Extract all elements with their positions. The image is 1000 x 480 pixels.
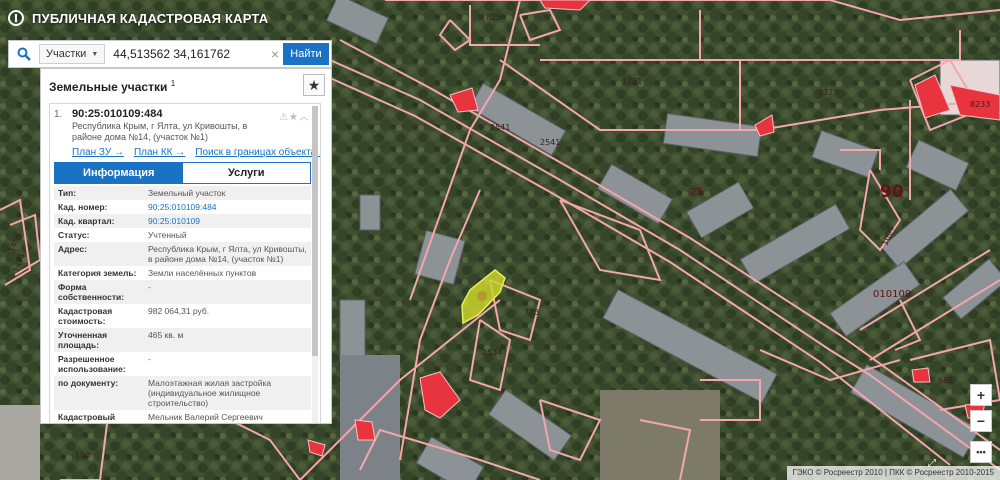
attribute-row: Кад. квартал: 90:25:010109 bbox=[54, 214, 311, 228]
parcel-links: План ЗУ → План КК → Поиск в границах объ… bbox=[50, 143, 320, 158]
attribute-value: 982 064,31 руб. bbox=[148, 306, 210, 316]
results-panel: Земельные участки 1 ★ 1. 90:25:010109:48… bbox=[40, 68, 332, 424]
attribute-key: Категория земель: bbox=[58, 268, 137, 278]
chevron-down-icon: ▼ bbox=[91, 50, 99, 58]
plan-zu-link[interactable]: План ЗУ → bbox=[72, 147, 124, 158]
attribute-row: Форма собственности: - bbox=[54, 280, 311, 304]
attribute-key: Кадастровая стоимость: bbox=[58, 306, 113, 326]
find-button[interactable]: Найти bbox=[283, 43, 329, 65]
map-label-2534: 2534 bbox=[482, 348, 502, 357]
attribute-value: Малоэтажная жилая застройка (индивидуаль… bbox=[148, 378, 272, 408]
search-input[interactable] bbox=[105, 43, 267, 65]
card-tabs: Информация Услуги bbox=[54, 162, 311, 184]
map-label-1891: 1891 bbox=[622, 77, 642, 86]
map-label-2541-b: 2541 bbox=[540, 138, 560, 147]
attribute-key: по документу: bbox=[58, 378, 119, 388]
map-label-825: 825 bbox=[486, 13, 501, 22]
attribute-key: Уточненная площадь: bbox=[58, 330, 108, 350]
attribute-key: Форма собственности: bbox=[58, 282, 125, 302]
attribute-value: Республика Крым, г Ялта, ул Кривошты, в … bbox=[148, 244, 307, 264]
favorite-icon[interactable]: ★ bbox=[289, 112, 299, 123]
attribute-key: Адрес: bbox=[58, 244, 87, 254]
search-mode-label: Участки bbox=[46, 48, 87, 60]
attribute-row: Статус: Учтенный bbox=[54, 228, 311, 242]
attribute-value: - bbox=[148, 354, 151, 364]
map-label-010109: 010109 bbox=[873, 289, 911, 300]
attribute-row: Тип: Земельный участок bbox=[54, 186, 311, 200]
attribute-key: Кадастровый инженер: bbox=[58, 412, 116, 423]
attribute-row: Кадастровый инженер: Мельник Валерий Серг… bbox=[54, 410, 311, 423]
attribute-value: Земли населённых пунктов bbox=[148, 268, 257, 278]
map-label-2541-a: 2541 bbox=[490, 123, 510, 132]
map-label-773: 773 bbox=[524, 308, 539, 317]
zoom-in-button[interactable]: + bbox=[970, 384, 992, 406]
attribute-row: Уточненная площадь: 465 кв. м bbox=[54, 328, 311, 352]
plan-kk-link[interactable]: План КК → bbox=[134, 147, 185, 158]
panel-scrollbar[interactable] bbox=[312, 106, 318, 423]
parcel-address: Республика Крым, г Ялта, ул Кривошты, в … bbox=[72, 121, 248, 142]
attribute-row: Кадастровая стоимость: 982 064,31 руб. bbox=[54, 304, 311, 328]
attribute-row: Кад. номер: 90:25:010109:484 bbox=[54, 200, 311, 214]
map-label-1323: 1323 bbox=[818, 88, 838, 97]
search-icon[interactable] bbox=[9, 41, 39, 67]
attribute-row: по документу: Малоэтажная жилая застройка… bbox=[54, 376, 311, 410]
attribute-key: Разрешенное использование: bbox=[58, 354, 126, 374]
app-header: ПУБЛИЧНАЯ КАДАСТРОВАЯ КАРТА bbox=[0, 0, 268, 36]
star-icon[interactable]: ★ bbox=[303, 74, 325, 96]
attribute-value: Земельный участок bbox=[148, 188, 226, 198]
attribute-value: - bbox=[148, 282, 151, 292]
attribute-key: Статус: bbox=[58, 230, 90, 240]
attribute-value[interactable]: 90:25:010109 bbox=[148, 216, 311, 226]
attribute-key: Кад. квартал: bbox=[58, 216, 115, 226]
attribute-row: Разрешенное использование: - bbox=[54, 352, 311, 376]
collapse-icon[interactable]: ︿ bbox=[299, 112, 310, 123]
parcel-card: 1. 90:25:010109:484 Республика Крым, г Я… bbox=[49, 103, 321, 423]
card-controls[interactable]: ⚠★︿ bbox=[279, 108, 310, 123]
result-count: 1 bbox=[170, 78, 176, 88]
attribute-value[interactable]: 90:25:010109:484 bbox=[148, 202, 311, 212]
attribute-value: Учтенный bbox=[148, 230, 187, 240]
attribute-value: Мельник Валерий Сергеевич bbox=[148, 412, 263, 422]
map-label-8233: 8233 bbox=[970, 100, 990, 109]
map-attribution: ГЭКО © Росреестр 2010 | ПКК © Росреестр … bbox=[786, 466, 1000, 480]
tab-info[interactable]: Информация bbox=[55, 163, 183, 183]
attribute-key: Кад. номер: bbox=[58, 202, 108, 212]
warning-icon[interactable]: ⚠ bbox=[279, 112, 289, 123]
attribute-value: 465 кв. м bbox=[148, 330, 184, 340]
map-label-90: 90 bbox=[880, 182, 904, 202]
panel-title: Земельные участки 1 bbox=[49, 78, 176, 94]
parcel-card-header: 1. 90:25:010109:484 Республика Крым, г Я… bbox=[50, 104, 320, 143]
attribute-row: Категория земель: Земли населённых пункто… bbox=[54, 266, 311, 280]
panel-header: Земельные участки 1 ★ bbox=[41, 69, 331, 103]
parcel-cad-number: 90:25:010109:484 bbox=[72, 108, 163, 120]
search-bar: Участки ▼ × Найти bbox=[8, 40, 332, 68]
app-title: ПУБЛИЧНАЯ КАДАСТРОВАЯ КАРТА bbox=[32, 10, 269, 26]
map-label-685: 685 bbox=[938, 376, 953, 385]
tab-services[interactable]: Услуги bbox=[182, 163, 310, 183]
parcel-index: 1. bbox=[54, 109, 63, 120]
zoom-out-button[interactable]: − bbox=[970, 410, 992, 432]
attribute-row: Адрес: Республика Крым, г Ялта, ул Кривош… bbox=[54, 242, 311, 266]
scrollbar-thumb[interactable] bbox=[312, 106, 318, 356]
map-label-100: 100 bbox=[75, 451, 90, 460]
map-label-25: 25 bbox=[690, 187, 703, 198]
attribute-table: Тип: Земельный участок Кад. номер: 90:25:01… bbox=[54, 186, 311, 423]
attribute-key: Тип: bbox=[58, 188, 77, 198]
clear-icon[interactable]: × bbox=[267, 46, 283, 62]
cadastre-logo-icon bbox=[8, 10, 24, 26]
search-in-bounds-link[interactable]: Поиск в границах объекта → bbox=[195, 147, 320, 158]
more-button[interactable]: ••• bbox=[970, 441, 992, 463]
search-mode-select[interactable]: Участки ▼ bbox=[39, 44, 106, 64]
